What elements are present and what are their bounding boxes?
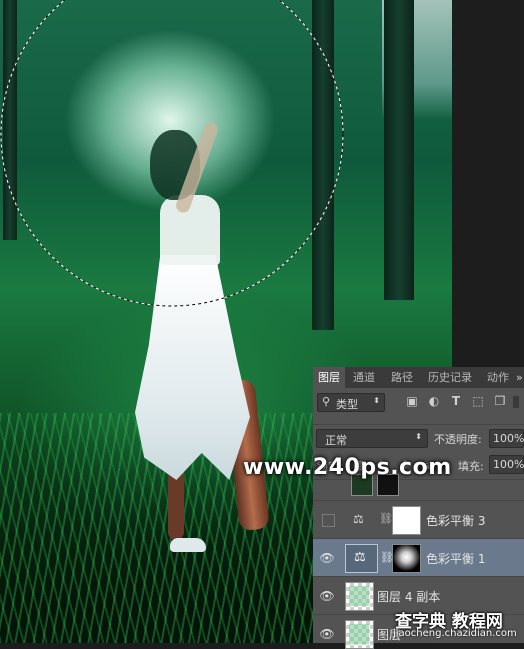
filter-toggle[interactable]	[513, 396, 519, 408]
fill-input[interactable]: 100%	[489, 455, 524, 474]
layer-row[interactable]: ⚖ ⛓ 色彩平衡 3	[313, 500, 524, 539]
chevron-updown-icon: ⬍	[415, 432, 422, 441]
filter-adjustment-icon[interactable]: ◐	[427, 394, 441, 408]
opacity-label: 不透明度:	[434, 433, 482, 446]
layer-name: 色彩平衡 3	[426, 514, 486, 528]
layer-name: 图层 4 副本	[377, 590, 441, 604]
eye-icon[interactable]: 👁︎	[319, 550, 335, 566]
layer-name: 色彩平衡 1	[426, 552, 486, 566]
filter-type-icon[interactable]: T	[449, 394, 463, 408]
visibility-toggle[interactable]	[322, 514, 335, 527]
blend-row: 正常 ⬍ 不透明度: 100%	[313, 424, 524, 453]
search-icon: ⚲	[322, 395, 331, 408]
filter-kind-value: 类型	[336, 398, 358, 411]
filter-kind-select[interactable]: ⚲ 类型 ⬍	[317, 393, 385, 412]
tab-history[interactable]: 历史记录	[428, 367, 480, 388]
layer-thumbnail-content	[349, 624, 369, 644]
balance-scale-icon: ⚖	[354, 550, 366, 565]
layer-mask-thumbnail[interactable]	[392, 506, 421, 535]
layers-panel: 图层 通道 路径 历史记录 动作 » ⚲ 类型 ⬍ ▣ ◐ T ⬚ ❐ 正常 ⬍…	[313, 367, 524, 649]
eye-icon[interactable]: 👁︎	[319, 626, 335, 642]
fill-label: 填充:	[458, 460, 484, 473]
layer-thumbnail[interactable]	[345, 582, 374, 611]
brand-watermark-url: jiaocheng.chazidian.com	[393, 628, 517, 639]
panel-menu-icon[interactable]: »	[516, 367, 524, 388]
opacity-value: 100%	[493, 432, 524, 445]
link-chain-icon[interactable]: ⛓	[379, 512, 393, 525]
fill-value: 100%	[493, 458, 524, 471]
adjustment-layer-thumbnail[interactable]: ⚖	[345, 544, 378, 573]
blend-mode-value: 正常	[325, 434, 347, 447]
layer-mask-thumbnail[interactable]	[392, 544, 421, 573]
balance-scale-icon: ⚖	[353, 512, 364, 526]
tab-layers[interactable]: 图层	[313, 367, 345, 388]
blend-mode-select[interactable]: 正常 ⬍	[316, 429, 428, 448]
layer-filter-row: ⚲ 类型 ⬍ ▣ ◐ T ⬚ ❐	[313, 388, 524, 416]
eye-icon[interactable]: 👁︎	[319, 588, 335, 604]
opacity-input[interactable]: 100%	[489, 429, 524, 448]
filter-smart-object-icon[interactable]: ❐	[493, 394, 507, 408]
layer-thumbnail-content	[349, 586, 369, 606]
tab-channels[interactable]: 通道	[353, 367, 381, 388]
tab-paths[interactable]: 路径	[391, 367, 419, 388]
chevron-updown-icon: ⬍	[373, 396, 380, 405]
tab-actions[interactable]: 动作	[487, 367, 513, 388]
site-watermark: www.240ps.com	[243, 455, 452, 480]
filter-shape-icon[interactable]: ⬚	[471, 394, 485, 408]
filter-pixel-icon[interactable]: ▣	[405, 394, 419, 408]
layer-row-partial[interactable]	[313, 474, 524, 502]
layer-thumbnail[interactable]	[345, 620, 374, 649]
layer-row-selected[interactable]: 👁︎ ⚖ ⛓ 色彩平衡 1	[313, 538, 524, 577]
brand-watermark: 查字典 教程网 jiaocheng.chazidian.com	[393, 607, 524, 643]
panel-tab-bar: 图层 通道 路径 历史记录 动作 »	[313, 367, 524, 388]
